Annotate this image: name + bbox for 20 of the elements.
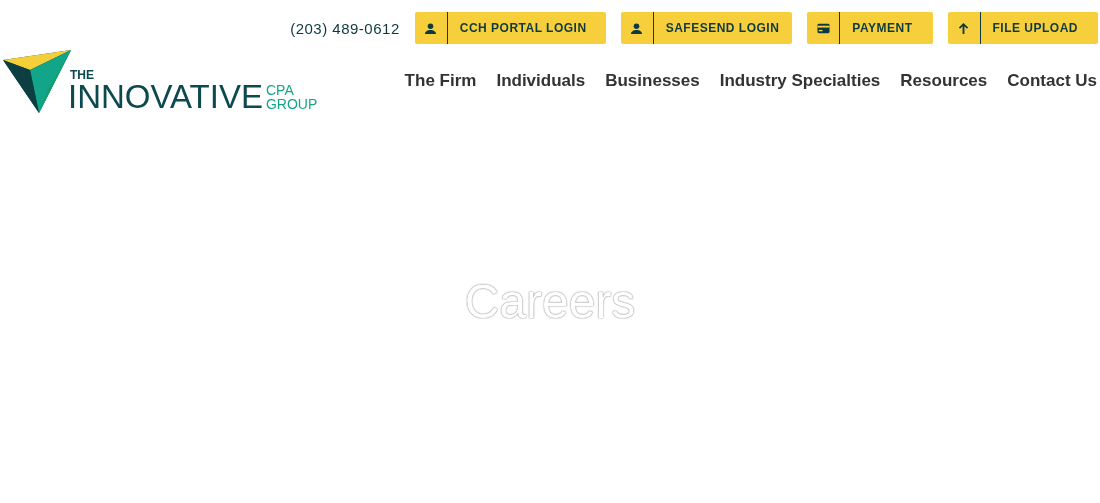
login-button[interactable]: FILE UPLOAD	[947, 12, 1098, 44]
login-button[interactable]: SAFESEND LOGIN	[620, 12, 793, 44]
nav-link[interactable]: Contact Us	[1007, 71, 1097, 91]
nav-link[interactable]: Individuals	[496, 71, 586, 91]
login-button[interactable]: CCH PORTAL LOGIN	[414, 12, 606, 44]
arrow-up-icon	[957, 21, 970, 35]
nav-link[interactable]: Resources	[900, 71, 988, 91]
person-icon	[424, 21, 438, 35]
person-icon	[630, 21, 644, 35]
logo-text: CPA	[266, 83, 295, 97]
phone-link[interactable]: (203) 489-0612	[290, 19, 400, 37]
nav-link[interactable]: Industry Specialties	[719, 71, 881, 91]
login-button[interactable]: PAYMENT	[807, 12, 933, 44]
nav-link[interactable]: Businesses	[605, 71, 700, 91]
logo-text: GROUP	[266, 97, 318, 111]
page-title: Careers	[464, 274, 636, 329]
logo-text: THE	[70, 69, 95, 81]
card-icon	[816, 21, 830, 35]
nav-link[interactable]: The Firm	[404, 71, 477, 91]
logo-text: INNOVATIVE	[68, 81, 263, 113]
